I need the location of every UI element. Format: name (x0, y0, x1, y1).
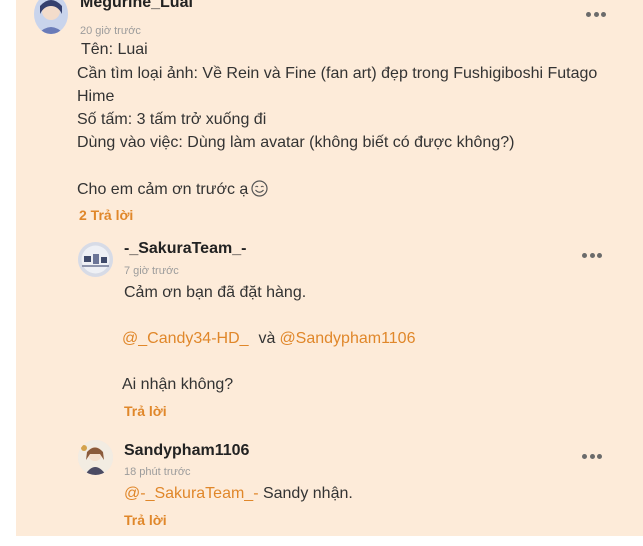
reply-username[interactable]: -_SakuraTeam_- (124, 240, 246, 258)
reply-timestamp: 7 giờ trước (124, 265, 179, 277)
view-replies-link[interactable]: 2 Trả lời (79, 207, 133, 223)
reply-line: Ai nhận không? (122, 376, 234, 393)
reply-button[interactable]: Trả lời (124, 403, 167, 419)
avatar[interactable] (78, 440, 113, 475)
comment-thanks-text: Cho em cảm ơn trước ạ (77, 181, 249, 198)
more-options-icon[interactable] (586, 10, 606, 18)
comment-line: Cần tìm loại ảnh: Về Rein và Fine (fan a… (77, 65, 598, 82)
comment-line: Tên: Luai (81, 41, 148, 58)
reply-text: Sandy nhận. (258, 485, 353, 502)
mention-link[interactable]: @-_SakuraTeam_- (124, 485, 259, 502)
reply-mentions-line: @_Candy34-HD_ và @Sandypham1106 (122, 330, 415, 348)
avatar[interactable] (34, 0, 68, 34)
more-options-icon[interactable] (582, 452, 602, 460)
reply-line: Cảm ơn bạn đã đặt hàng. (124, 284, 307, 301)
reply-timestamp: 18 phút trước (124, 466, 191, 478)
comment-line: Số tấm: 3 tấm trở xuống đi (77, 111, 267, 128)
comment-line: Cho em cảm ơn trước ạ (77, 180, 268, 202)
smiling-face-icon (251, 180, 268, 202)
comment-thread: Megurine_Luai 20 giờ trước Tên: Luai Cần… (16, 0, 643, 536)
comment-username[interactable]: Megurine_Luai (80, 0, 193, 12)
more-options-icon[interactable] (582, 251, 602, 259)
reply-username[interactable]: Sandypham1106 (124, 442, 249, 460)
comment-line: Dùng vào việc: Dùng làm avatar (không bi… (77, 134, 515, 151)
comment-line: Hime (77, 88, 115, 105)
comment-timestamp: 20 giờ trước (80, 25, 141, 37)
mention-link[interactable]: @Sandypham1106 (279, 330, 415, 347)
reply-button[interactable]: Trả lời (124, 512, 167, 528)
reply-line: @-_SakuraTeam_- Sandy nhận. (124, 485, 353, 503)
mention-joiner: và (258, 330, 276, 347)
avatar[interactable] (78, 242, 113, 277)
mention-link[interactable]: @_Candy34-HD_ (122, 330, 249, 347)
